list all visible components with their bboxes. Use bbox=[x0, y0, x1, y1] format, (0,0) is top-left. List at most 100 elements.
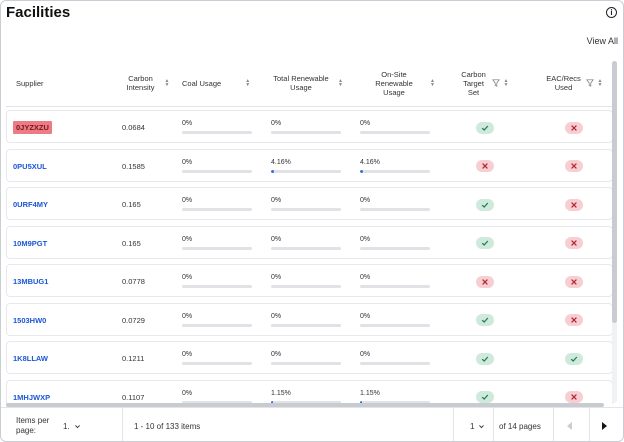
carbon-intensity-cell: 0.1107 bbox=[122, 392, 145, 402]
table-row[interactable]: 0JYZXZU 0.0684 0% 0% 0% bbox=[6, 110, 613, 143]
table-row[interactable]: 0PU5XUL 0.1585 0% 4.16% 4.16% bbox=[6, 148, 613, 183]
total-renewable-cell: 0% bbox=[271, 236, 343, 250]
yes-badge bbox=[565, 352, 583, 365]
view-all-link[interactable]: View All bbox=[587, 36, 618, 46]
table-row[interactable]: 1K8LLAW 0.1211 0% 0% 0% bbox=[6, 341, 613, 374]
eac-recs-cell bbox=[563, 265, 585, 298]
total-renewable-cell: 0% bbox=[271, 274, 343, 288]
vertical-scrollbar-thumb[interactable] bbox=[612, 61, 617, 323]
table-row[interactable]: 10M9PGT 0.165 0% 0% 0% bbox=[6, 225, 613, 260]
column-header-total-renewable[interactable]: Total Renewable Usage ▲ ▼ bbox=[268, 59, 348, 107]
no-badge bbox=[476, 275, 494, 288]
coal-usage-cell: 0% bbox=[182, 197, 254, 211]
chevron-down-icon bbox=[74, 424, 80, 428]
supplier-cell[interactable]: 0URF4MY bbox=[13, 188, 103, 221]
supplier-cell[interactable]: 1K8LLAW bbox=[13, 342, 103, 375]
progress-bar bbox=[271, 362, 341, 365]
supplier-link[interactable]: 0JYZXZU bbox=[13, 121, 52, 134]
info-icon[interactable]: i bbox=[606, 7, 617, 18]
no-badge bbox=[565, 198, 583, 211]
page-title: Facilities bbox=[6, 4, 71, 21]
supplier-link[interactable]: 1K8LLAW bbox=[13, 354, 48, 363]
vertical-scrollbar[interactable] bbox=[612, 61, 617, 403]
carbon-target-cell bbox=[474, 150, 496, 183]
supplier-link[interactable]: 0PU5XUL bbox=[13, 162, 47, 171]
total-renewable-cell: 1.15% bbox=[271, 390, 343, 404]
items-per-page-label: Items per page: bbox=[16, 416, 50, 435]
yes-badge bbox=[476, 237, 494, 249]
carbon-intensity-cell: 0.0778 bbox=[122, 277, 145, 286]
eac-recs-cell bbox=[563, 150, 585, 183]
yes-badge bbox=[476, 198, 494, 211]
check-icon bbox=[481, 240, 489, 246]
sort-icon[interactable]: ▲ ▼ bbox=[598, 79, 603, 88]
progress-bar bbox=[182, 285, 252, 288]
eac-recs-cell bbox=[563, 227, 585, 260]
page-select[interactable]: 1 bbox=[470, 408, 485, 441]
eac-recs-cell bbox=[563, 111, 585, 144]
carbon-target-cell bbox=[474, 342, 496, 375]
supplier-cell[interactable]: 0JYZXZU bbox=[13, 111, 103, 144]
page-value: 1 bbox=[470, 421, 475, 431]
coal-usage-value: 0% bbox=[182, 158, 193, 166]
column-header-eac-recs[interactable]: EAC/Recs Used ▲ ▼ bbox=[538, 59, 610, 107]
column-header-onsite-renewable[interactable]: On-Site Renewable Usage ▲ ▼ bbox=[358, 59, 438, 107]
total-renewable-value: 4.16% bbox=[271, 158, 291, 166]
supplier-link[interactable]: 10M9PGT bbox=[13, 239, 47, 248]
progress-bar bbox=[182, 362, 252, 365]
coal-usage-value: 0% bbox=[182, 197, 193, 204]
onsite-renewable-value: 1.15% bbox=[360, 389, 380, 397]
filter-icon[interactable] bbox=[585, 79, 594, 87]
onsite-renewable-value: 4.16% bbox=[360, 158, 380, 166]
supplier-cell[interactable]: 0PU5XUL bbox=[13, 150, 103, 183]
coal-usage-value: 0% bbox=[182, 312, 193, 320]
coal-usage-value: 0% bbox=[182, 351, 193, 358]
coal-usage-value: 0% bbox=[182, 389, 193, 397]
next-page-button[interactable] bbox=[597, 408, 611, 441]
no-badge bbox=[565, 121, 583, 134]
sort-icon[interactable]: ▲ ▼ bbox=[430, 79, 435, 88]
column-header-carbon-intensity[interactable]: Carbon Intensity ▲ ▼ bbox=[116, 59, 174, 107]
sort-icon[interactable]: ▲ ▼ bbox=[338, 79, 343, 88]
supplier-cell[interactable]: 1MHJWXP bbox=[13, 381, 103, 405]
x-icon bbox=[571, 317, 577, 323]
column-header-carbon-target[interactable]: Carbon Target Set ▲ ▼ bbox=[454, 59, 514, 107]
divider bbox=[493, 408, 494, 441]
total-renewable-cell: 0% bbox=[271, 197, 343, 211]
x-icon bbox=[571, 394, 577, 400]
supplier-cell[interactable]: 1503HW0 bbox=[13, 304, 103, 337]
table-row[interactable]: 1503HW0 0.0729 0% 0% 0% bbox=[6, 302, 613, 337]
previous-page-button[interactable] bbox=[563, 408, 577, 441]
divider bbox=[553, 408, 554, 441]
no-badge bbox=[565, 275, 583, 288]
table-header: Supplier Carbon Intensity ▲ ▼ Coal Usage … bbox=[6, 59, 613, 107]
total-renewable-value: 0% bbox=[271, 197, 282, 204]
coal-usage-cell: 0% bbox=[182, 390, 254, 404]
items-per-page-select[interactable]: 1. bbox=[63, 408, 81, 441]
filter-icon[interactable] bbox=[491, 79, 500, 87]
supplier-link[interactable]: 0URF4MY bbox=[13, 200, 48, 209]
table-row[interactable]: 0URF4MY 0.165 0% 0% 0% bbox=[6, 187, 613, 220]
table-row[interactable]: 13MBUG1 0.0778 0% 0% 0% bbox=[6, 264, 613, 297]
sort-icon[interactable]: ▲ ▼ bbox=[245, 79, 250, 88]
carbon-intensity-cell: 0.0729 bbox=[122, 315, 145, 325]
progress-bar bbox=[360, 323, 430, 327]
sort-icon[interactable]: ▲ ▼ bbox=[165, 79, 170, 88]
column-header-supplier[interactable]: Supplier bbox=[16, 59, 106, 107]
no-badge bbox=[565, 391, 583, 403]
column-header-coal-usage[interactable]: Coal Usage ▲ ▼ bbox=[182, 59, 254, 107]
onsite-renewable-cell: 0% bbox=[360, 313, 432, 327]
progress-bar bbox=[271, 246, 341, 250]
supplier-link[interactable]: 1503HW0 bbox=[13, 316, 46, 325]
caret-right-icon bbox=[602, 422, 607, 430]
supplier-cell[interactable]: 13MBUG1 bbox=[13, 265, 103, 298]
supplier-cell[interactable]: 10M9PGT bbox=[13, 227, 103, 260]
total-renewable-value: 0% bbox=[271, 120, 282, 127]
eac-recs-cell bbox=[563, 342, 585, 375]
table-row[interactable]: 1MHJWXP 0.1107 0% 1.15% 1.15% bbox=[6, 379, 613, 405]
supplier-link[interactable]: 13MBUG1 bbox=[13, 277, 48, 286]
supplier-link[interactable]: 1MHJWXP bbox=[13, 393, 50, 402]
onsite-renewable-cell: 0% bbox=[360, 274, 432, 288]
x-icon bbox=[482, 278, 488, 285]
sort-icon[interactable]: ▲ ▼ bbox=[504, 79, 509, 88]
